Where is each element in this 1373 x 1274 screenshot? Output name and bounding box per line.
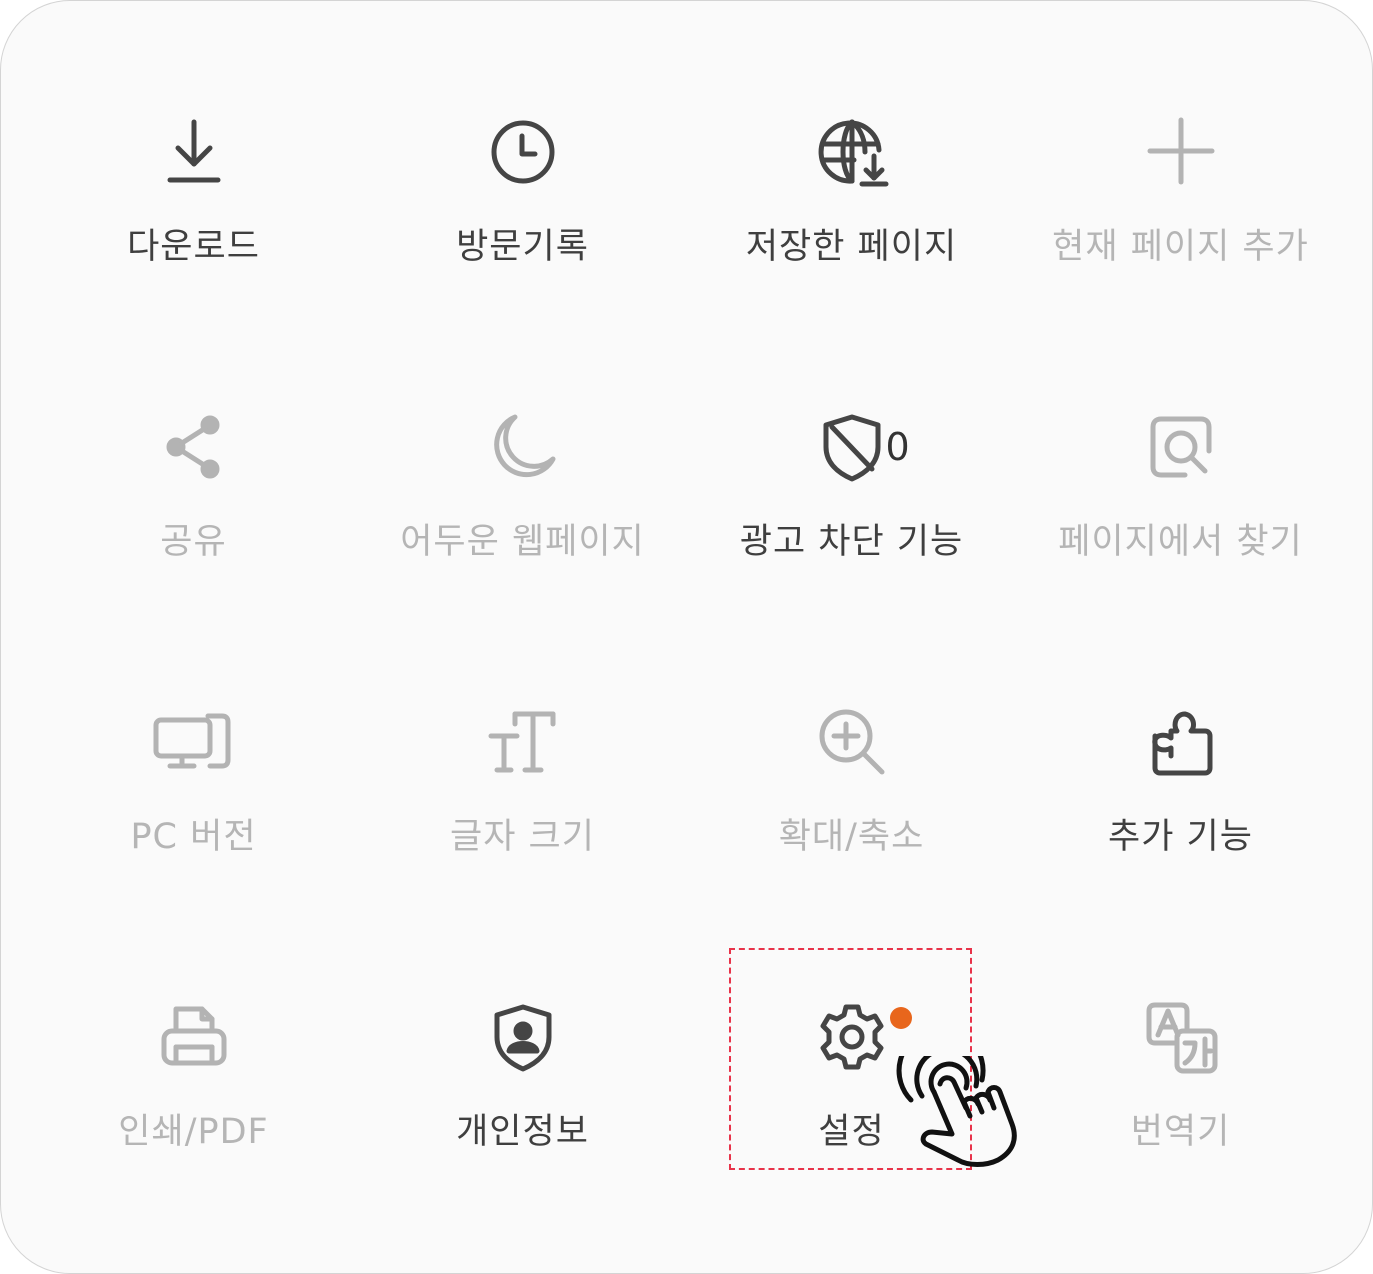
notification-dot	[889, 1007, 912, 1029]
menu-item-text-size[interactable]: 글자 크기	[358, 664, 687, 959]
menu-item-label: 개인정보	[456, 1112, 589, 1152]
find-in-page-icon	[1141, 407, 1221, 487]
browser-menu-panel: 다운로드 방문기록 저장한 페이지 현재 페이지 추가 공유 어두운 웹페이지 …	[0, 0, 1373, 1274]
menu-item-label: 인쇄/PDF	[118, 1112, 269, 1152]
print-icon	[154, 997, 234, 1077]
history-clock-icon	[483, 112, 563, 192]
ad-block-count: 0	[885, 425, 910, 469]
menu-item-label: 현재 페이지 추가	[1052, 227, 1309, 267]
privacy-shield-icon	[483, 997, 563, 1077]
menu-item-ad-block[interactable]: 0 광고 차단 기능	[687, 369, 1016, 664]
gear-icon	[812, 997, 912, 1077]
ad-block-shield-icon: 0	[812, 407, 910, 487]
menu-item-privacy[interactable]: 개인정보	[358, 959, 687, 1254]
desktop-icon	[153, 702, 234, 782]
menu-item-label: 페이지에서 찾기	[1058, 522, 1303, 562]
menu-item-dark-webpage[interactable]: 어두운 웹페이지	[358, 369, 687, 664]
menu-item-share[interactable]: 공유	[29, 369, 358, 664]
menu-item-label: 설정	[818, 1112, 885, 1152]
menu-item-add-current-page[interactable]: 현재 페이지 추가	[1016, 74, 1345, 369]
menu-item-label: 다운로드	[127, 227, 260, 267]
menu-item-label: 저장한 페이지	[745, 227, 958, 267]
menu-grid: 다운로드 방문기록 저장한 페이지 현재 페이지 추가 공유 어두운 웹페이지 …	[29, 74, 1345, 1254]
zoom-in-icon	[812, 702, 892, 782]
menu-item-zoom[interactable]: 확대/축소	[687, 664, 1016, 959]
plus-icon	[1141, 112, 1221, 192]
moon-icon	[483, 407, 563, 487]
text-size-icon	[483, 702, 563, 782]
menu-item-label: 번역기	[1130, 1112, 1231, 1152]
saved-pages-globe-icon	[812, 112, 892, 192]
menu-item-label: 방문기록	[456, 227, 589, 267]
download-icon	[154, 112, 234, 192]
menu-item-print-pdf[interactable]: 인쇄/PDF	[29, 959, 358, 1254]
menu-item-find-in-page[interactable]: 페이지에서 찾기	[1016, 369, 1345, 664]
menu-item-pc-version[interactable]: PC 버전	[29, 664, 358, 959]
menu-item-label: 추가 기능	[1108, 817, 1253, 857]
share-icon	[154, 407, 234, 487]
menu-item-add-ons[interactable]: 추가 기능	[1016, 664, 1345, 959]
menu-item-translator[interactable]: 번역기	[1016, 959, 1345, 1254]
translate-icon	[1141, 997, 1221, 1077]
menu-item-label: 확대/축소	[778, 817, 925, 857]
menu-item-label: PC 버전	[130, 817, 257, 857]
menu-item-label: 글자 크기	[450, 817, 595, 857]
menu-item-label: 광고 차단 기능	[739, 522, 964, 562]
menu-item-settings[interactable]: 설정	[687, 959, 1016, 1254]
menu-item-history[interactable]: 방문기록	[358, 74, 687, 369]
menu-item-download[interactable]: 다운로드	[29, 74, 358, 369]
menu-item-label: 공유	[160, 522, 227, 562]
menu-item-label: 어두운 웹페이지	[400, 522, 645, 562]
menu-item-saved-pages[interactable]: 저장한 페이지	[687, 74, 1016, 369]
puzzle-icon	[1141, 702, 1221, 782]
